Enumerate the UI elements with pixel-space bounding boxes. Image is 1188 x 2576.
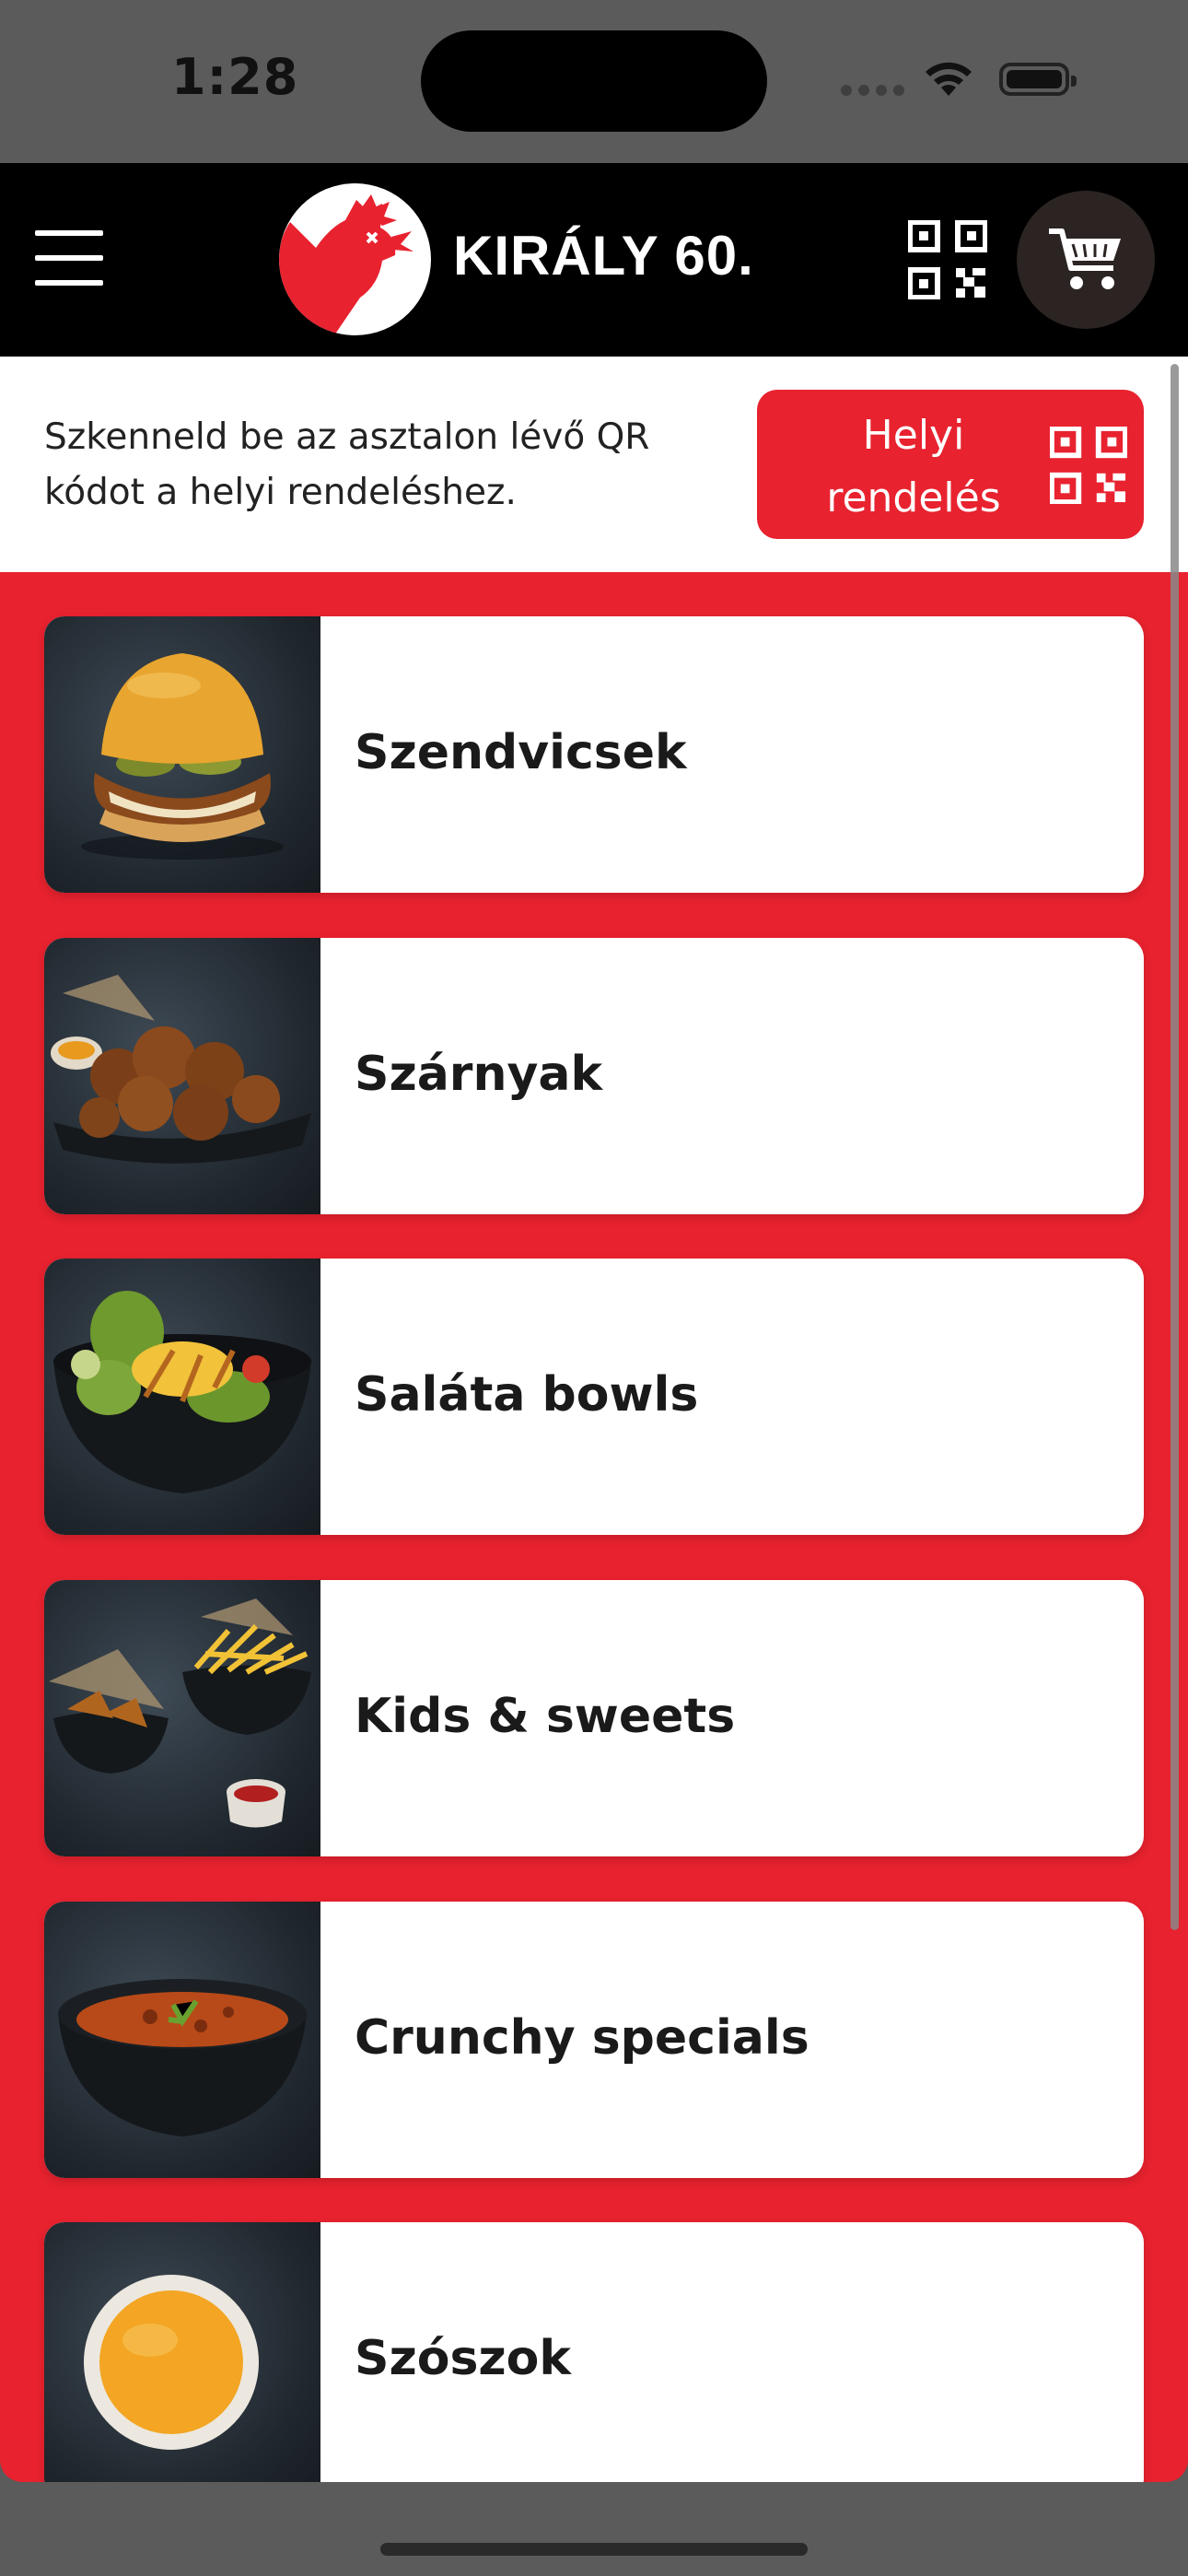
category-label: Szárnyak	[355, 1047, 603, 1102]
local-order-banner: Szkenneld be az asztalon lévő QR kódot a…	[0, 357, 1188, 572]
scrollbar[interactable]	[1171, 364, 1179, 1930]
stew-bowl-photo	[44, 1902, 320, 2178]
status-bar: 1:28	[0, 0, 1188, 163]
qr-code-icon	[1050, 427, 1127, 504]
brand-logo	[279, 183, 431, 335]
salad-photo	[44, 1259, 320, 1535]
cellular-signal-icon	[841, 85, 904, 96]
category-label: Kids & sweets	[355, 1689, 736, 1744]
sauce-photo	[44, 2222, 320, 2482]
wifi-icon	[926, 62, 972, 96]
category-card-crunchy-specials[interactable]: Crunchy specials	[44, 1902, 1144, 2178]
hamburger-icon[interactable]	[35, 230, 103, 286]
category-card-szarnyak[interactable]: Szárnyak	[44, 938, 1144, 1214]
category-label: Crunchy specials	[355, 2010, 809, 2066]
banner-instruction-text: Szkenneld be az asztalon lévő QR kódot a…	[44, 416, 650, 513]
dynamic-island	[421, 30, 767, 132]
category-label: Szendvicsek	[355, 725, 687, 780]
category-card-kids-sweets[interactable]: Kids & sweets	[44, 1580, 1144, 1856]
sandwich-photo	[44, 616, 320, 893]
cart-button[interactable]	[1017, 191, 1155, 329]
home-area	[0, 2482, 1188, 2576]
status-time: 1:28	[171, 48, 299, 106]
category-list: Szendvicsek Szárnyak Saláta bowls Kids &…	[0, 572, 1188, 2482]
wings-photo	[44, 938, 320, 1214]
shopping-cart-icon	[1049, 228, 1121, 289]
category-card-szendvicsek[interactable]: Szendvicsek	[44, 616, 1144, 893]
category-label: Saláta bowls	[355, 1367, 699, 1423]
rooster-logo-icon	[279, 194, 413, 335]
category-card-salata-bowls[interactable]: Saláta bowls	[44, 1259, 1144, 1535]
local-order-button-label: Helyi rendelés	[826, 412, 1001, 521]
category-label: Szószok	[355, 2331, 571, 2386]
brand-name: KIRÁLY 60.	[453, 225, 754, 287]
battery-icon	[999, 63, 1077, 96]
qr-code-icon[interactable]	[908, 220, 987, 299]
kids-fries-photo	[44, 1580, 320, 1856]
local-order-button[interactable]: Helyi rendelés	[757, 390, 1144, 539]
home-indicator[interactable]	[380, 2543, 808, 2556]
category-card-szoszok[interactable]: Szószok	[44, 2222, 1144, 2482]
app-header: KIRÁLY 60.	[0, 163, 1188, 357]
